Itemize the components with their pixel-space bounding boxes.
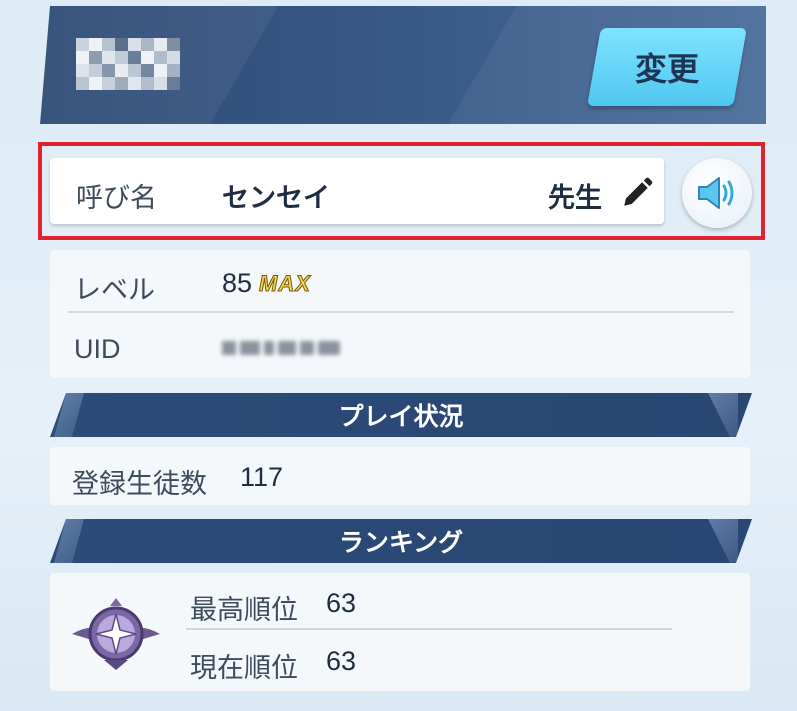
play-status-title: プレイ状況 (338, 403, 464, 431)
rank-emblem-icon (72, 598, 160, 670)
info-divider (68, 311, 734, 313)
play-status-banner: プレイ状況 (50, 393, 752, 437)
level-label: レベル (74, 275, 155, 305)
level-value: 85 (222, 268, 253, 298)
change-button[interactable]: 変更 (587, 28, 747, 106)
change-button-label: 変更 (634, 51, 699, 87)
best-rank-value: 63 (326, 588, 357, 618)
nickname-highlight-box (38, 142, 765, 240)
ranking-banner: ランキング (50, 519, 752, 563)
current-rank-label: 現在順位 (190, 653, 298, 683)
uid-label: UID (74, 334, 121, 364)
ranking-divider (186, 628, 672, 630)
ranking-title: ランキング (338, 529, 464, 557)
uid-value-blurred (222, 336, 344, 360)
students-label: 登録生徒数 (72, 469, 207, 499)
profile-info-card (50, 250, 750, 378)
best-rank-label: 最高順位 (190, 595, 298, 625)
player-name-pixelated (76, 38, 180, 90)
level-max-badge: MAX (259, 271, 311, 297)
current-rank-value: 63 (326, 646, 357, 676)
students-value: 117 (240, 462, 284, 492)
